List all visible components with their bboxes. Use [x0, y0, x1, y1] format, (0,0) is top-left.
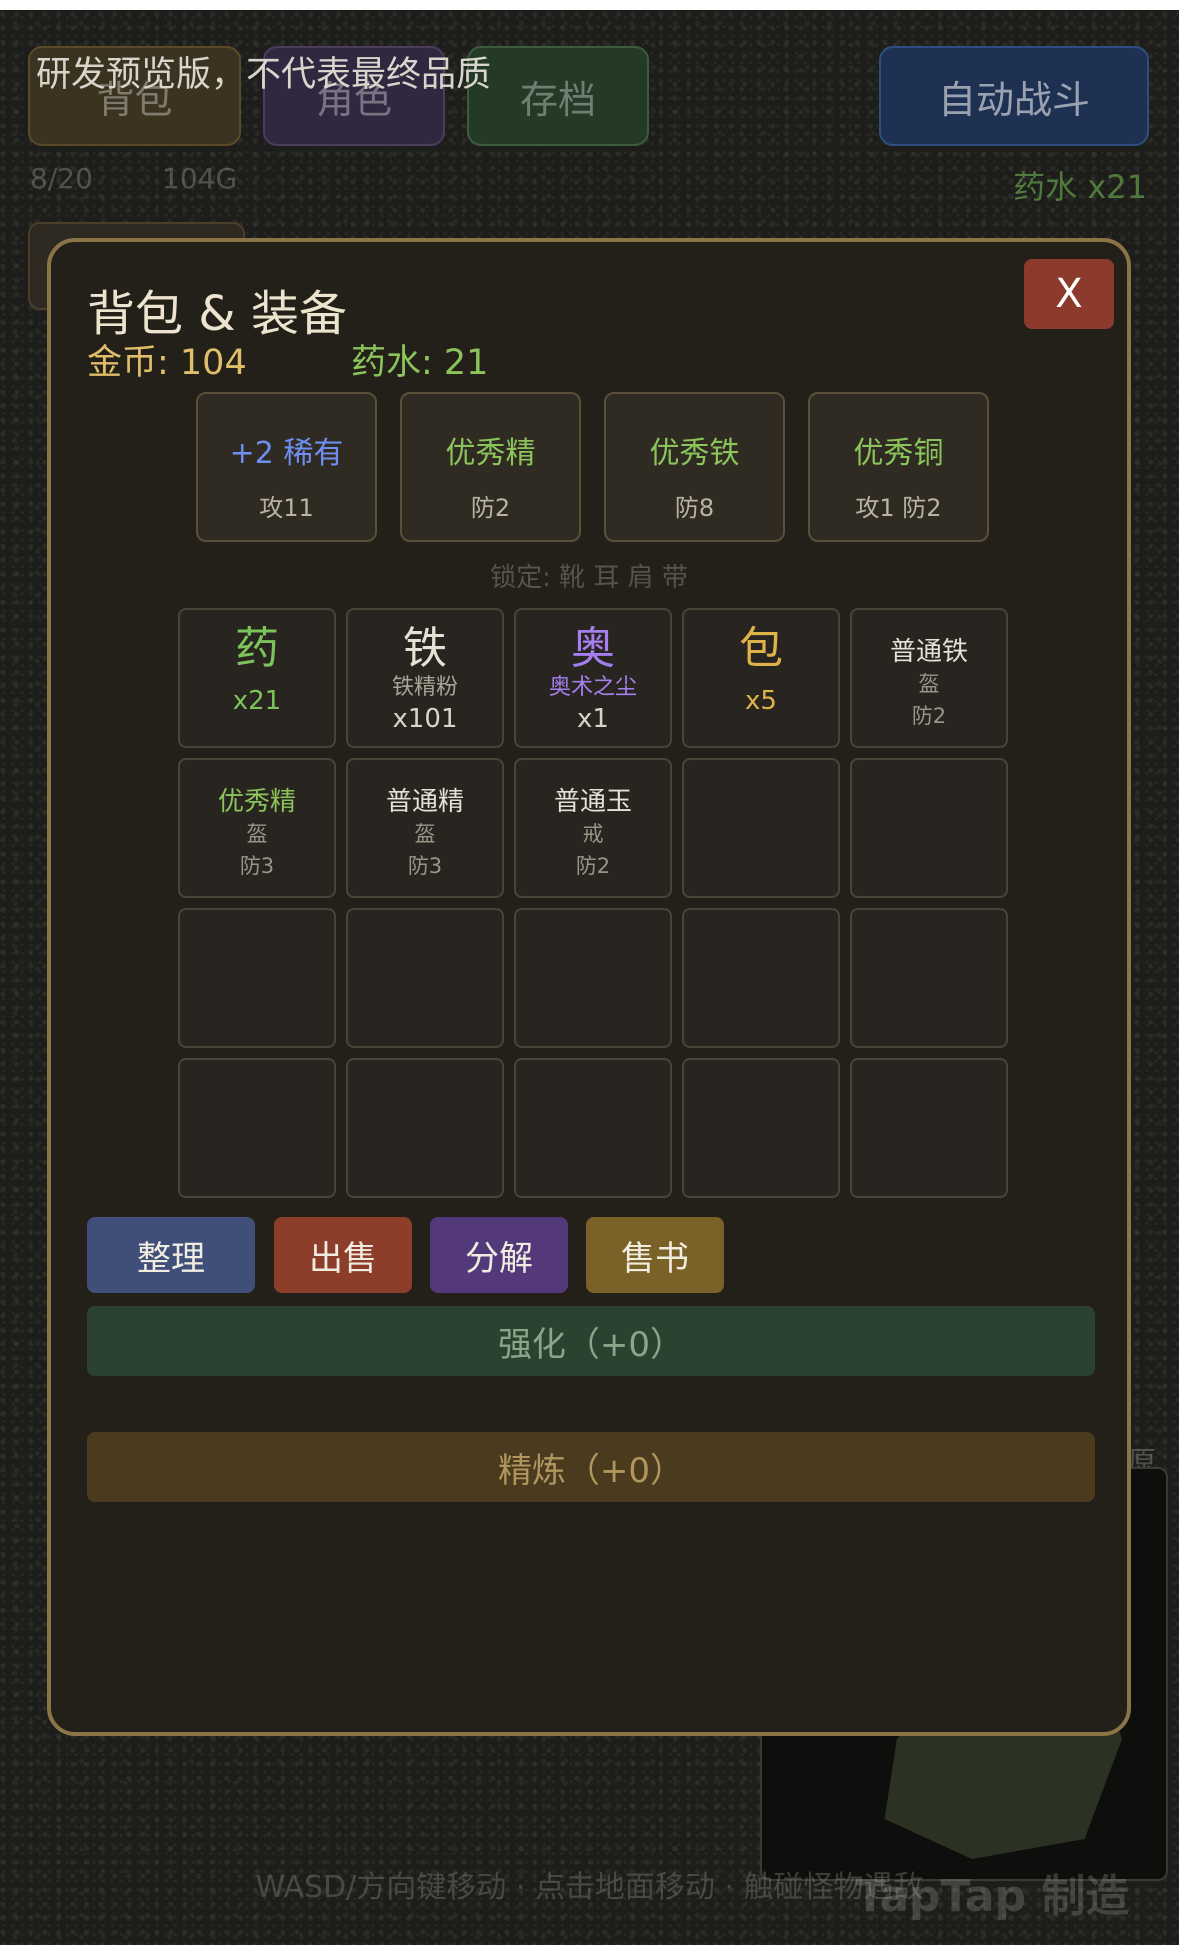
- enhance-button[interactable]: 强化（+0）: [87, 1306, 1095, 1376]
- sell-books-button[interactable]: 售书: [586, 1217, 724, 1293]
- item-stat: 防2: [911, 704, 947, 728]
- item-stat: 防3: [407, 854, 443, 878]
- item-name: 铁精粉: [391, 675, 458, 700]
- equipment-slot[interactable]: +2 稀有攻11: [196, 392, 377, 542]
- item-icon: 药: [235, 623, 279, 674]
- equipment-name: 优秀铁: [649, 436, 740, 471]
- item-count: x1: [577, 704, 609, 734]
- item-count: x101: [392, 704, 458, 734]
- refine-button[interactable]: 精炼（+0）: [87, 1432, 1095, 1502]
- sell-button[interactable]: 出售: [274, 1217, 412, 1293]
- equipment-stat: 攻11: [259, 494, 314, 522]
- inventory-slot-empty[interactable]: [514, 908, 672, 1048]
- item-name: [180, 674, 334, 684]
- item-slot-type: 戒: [582, 822, 604, 846]
- item-slot-type: 盔: [414, 822, 436, 846]
- inventory-slot-empty[interactable]: [346, 908, 504, 1048]
- potion-counter: 药水 x21: [1013, 168, 1147, 206]
- item-icon: 铁: [403, 623, 447, 674]
- equipment-stat: 攻1 防2: [855, 494, 942, 522]
- item-name: 普通精: [385, 787, 464, 817]
- item-name: 普通铁: [889, 637, 968, 667]
- item-slot-type: 盔: [246, 822, 268, 846]
- inventory-slot-empty[interactable]: [514, 1058, 672, 1198]
- locked-slots-text: 锁定: 靴 耳 肩 带: [490, 563, 688, 593]
- item-icon: 奥: [571, 623, 615, 674]
- equipment-slot[interactable]: 优秀铜攻1 防2: [808, 392, 989, 542]
- item-name: [684, 674, 838, 684]
- inventory-slot[interactable]: 优秀精盔防3: [178, 758, 336, 898]
- gold-counter: 104G: [162, 162, 238, 195]
- save-button[interactable]: 存档: [467, 46, 649, 146]
- potion-amount: 药水: 21: [351, 343, 489, 383]
- equipment-name: +2 稀有: [229, 436, 344, 471]
- inventory-modal: 背包 & 装备 X 金币: 104 药水: 21 +2 稀有 攻11 优秀精 防2 优秀…: [47, 238, 1131, 1736]
- equipment-name: 优秀精: [445, 436, 536, 471]
- inventory-slot-empty[interactable]: [682, 758, 840, 898]
- equipment-slot[interactable]: 优秀铁防8: [604, 392, 785, 542]
- close-button[interactable]: X: [1024, 259, 1114, 329]
- sort-button[interactable]: 整理: [87, 1217, 255, 1293]
- equipment-stat: 防2: [470, 494, 511, 522]
- item-name: 优秀精: [217, 787, 296, 817]
- equipment-name: 优秀铜: [853, 436, 944, 471]
- inventory-slot-empty[interactable]: [346, 1058, 504, 1198]
- game-viewport[interactable]: 背包 角色 存档 自动战斗 研发预览版，不代表最终品质 8/20 104G 药水…: [0, 10, 1179, 1945]
- item-name: 奥术之尘: [548, 675, 637, 700]
- equipment-slot[interactable]: 优秀精防2: [400, 392, 581, 542]
- inventory-slot-empty[interactable]: [178, 908, 336, 1048]
- inventory-slot-empty[interactable]: [850, 1058, 1008, 1198]
- item-slot-type: 盔: [918, 672, 940, 696]
- inventory-slot[interactable]: 药 x21: [178, 608, 336, 748]
- inventory-slot-empty[interactable]: [850, 908, 1008, 1048]
- preview-notice: 研发预览版，不代表最终品质: [36, 55, 492, 95]
- item-count: x5: [745, 686, 777, 716]
- inventory-slot[interactable]: 普通玉戒防2: [514, 758, 672, 898]
- inventory-slot-empty[interactable]: [682, 908, 840, 1048]
- inventory-slot[interactable]: 普通精盔防3: [346, 758, 504, 898]
- bag-capacity: 8/20: [30, 162, 93, 195]
- gold-amount: 金币: 104: [87, 343, 247, 383]
- decompose-button[interactable]: 分解: [430, 1217, 568, 1293]
- auto-battle-button[interactable]: 自动战斗: [879, 46, 1149, 146]
- item-icon: 包: [739, 623, 783, 674]
- inventory-slot-empty[interactable]: [682, 1058, 840, 1198]
- item-stat: 防2: [575, 854, 611, 878]
- item-count: x21: [232, 686, 282, 716]
- equipment-stat: 防8: [674, 494, 715, 522]
- inventory-slot-empty[interactable]: [850, 758, 1008, 898]
- inventory-slot-empty[interactable]: [178, 1058, 336, 1198]
- taptap-watermark: TapTap 制造: [855, 1871, 1130, 1922]
- inventory-slot[interactable]: 普通铁盔防2: [850, 608, 1008, 748]
- inventory-slot[interactable]: 铁铁精粉 x101: [346, 608, 504, 748]
- item-name: 普通玉: [553, 787, 632, 817]
- inventory-slot[interactable]: 奥奥术之尘 x1: [514, 608, 672, 748]
- inventory-slot[interactable]: 包 x5: [682, 608, 840, 748]
- item-stat: 防3: [239, 854, 275, 878]
